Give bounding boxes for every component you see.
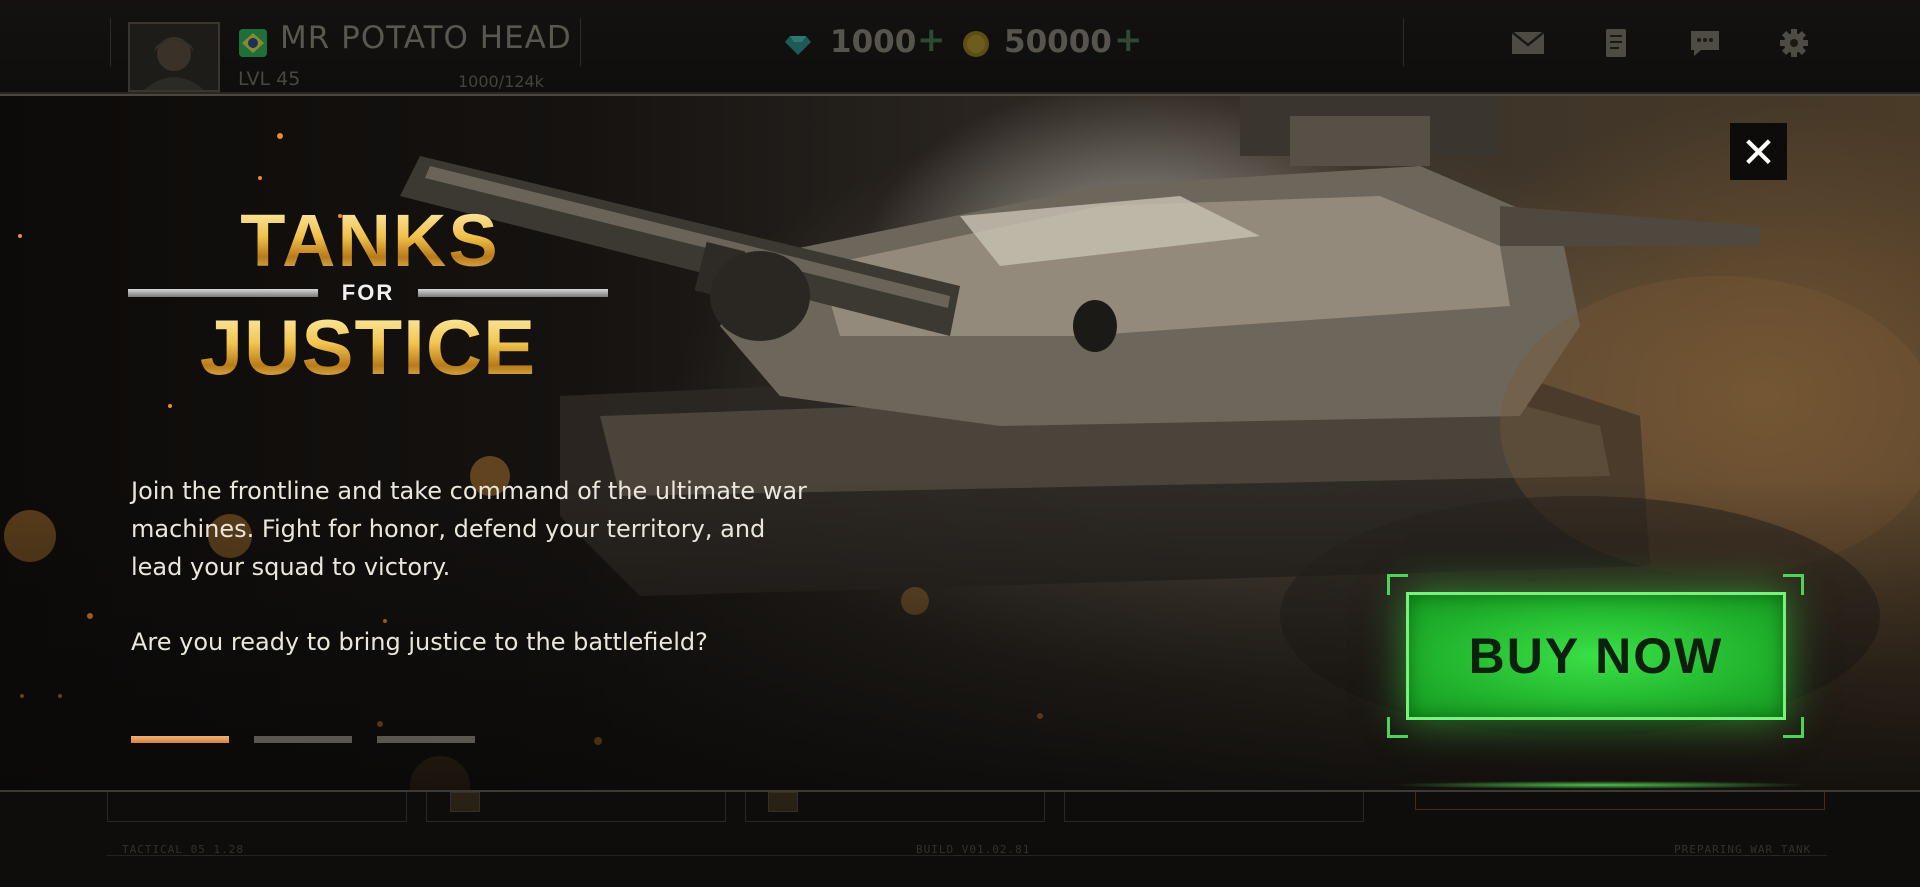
footer-left-label: TACTICAL_05_1.28: [122, 843, 244, 856]
logo-title-line1: TANKS: [180, 201, 560, 281]
player-level: LVL 45: [238, 68, 301, 90]
button-glow: [1390, 781, 1810, 789]
bottom-slot[interactable]: [1064, 792, 1364, 822]
page-dot-3[interactable]: [377, 736, 475, 743]
bottom-slot[interactable]: [107, 792, 407, 822]
page-dot-1[interactable]: [131, 736, 229, 743]
gem-icon: [785, 36, 811, 55]
logo-title-line3: JUSTICE: [128, 305, 608, 389]
player-xp: 1000/124k: [458, 72, 544, 91]
frame-corner: [1783, 574, 1804, 595]
add-coins-button[interactable]: +: [1114, 20, 1143, 60]
chat-icon[interactable]: [1687, 26, 1723, 60]
top-bar: MR POTATO HEAD LVL 45 1000/124k 1000 + 5…: [0, 0, 1920, 94]
brazil-flag-icon: [239, 29, 267, 57]
avatar[interactable]: [128, 22, 220, 92]
scroll-icon[interactable]: [1598, 26, 1634, 60]
footer-build-label: BUILD_V01.02.81: [916, 843, 1031, 856]
logo-rule-left: [128, 289, 318, 297]
slot-badge: [768, 792, 798, 812]
slot-badge: [450, 792, 480, 812]
frame-corner: [1387, 574, 1408, 595]
bottom-slot-highlight[interactable]: [1415, 792, 1825, 810]
divider: [1403, 18, 1404, 66]
page-indicator: [131, 736, 481, 743]
frame-corner: [1783, 717, 1804, 738]
buy-now-button[interactable]: BUY NOW: [1406, 592, 1786, 720]
coins-amount: 50000: [1004, 24, 1112, 60]
page-dot-2[interactable]: [254, 736, 352, 743]
divider: [110, 18, 111, 66]
footer-right-label: PREPARING_WAR_TANK: [1674, 843, 1812, 856]
logo-rule-right: [418, 289, 608, 297]
gear-icon[interactable]: [1776, 26, 1812, 60]
buy-now-frame: BUY NOW: [1387, 574, 1804, 738]
frame-corner: [1387, 717, 1408, 738]
gems-amount: 1000: [830, 24, 917, 60]
game-logo: TANKS FOR JUSTICE: [128, 201, 608, 406]
promo-description: Join the frontline and take command of t…: [131, 477, 807, 581]
promo-banner: ✕ TANKS FOR JUSTICE Join the frontline a…: [0, 94, 1920, 792]
add-gems-button[interactable]: +: [917, 20, 946, 60]
close-button[interactable]: ✕: [1730, 123, 1787, 180]
mail-icon[interactable]: [1510, 26, 1546, 60]
coin-icon: [963, 31, 989, 57]
player-name: MR POTATO HEAD: [280, 20, 572, 56]
promo-question: Are you ready to bring justice to the ba…: [131, 628, 708, 656]
logo-divider: FOR: [128, 280, 608, 305]
divider: [580, 18, 581, 66]
